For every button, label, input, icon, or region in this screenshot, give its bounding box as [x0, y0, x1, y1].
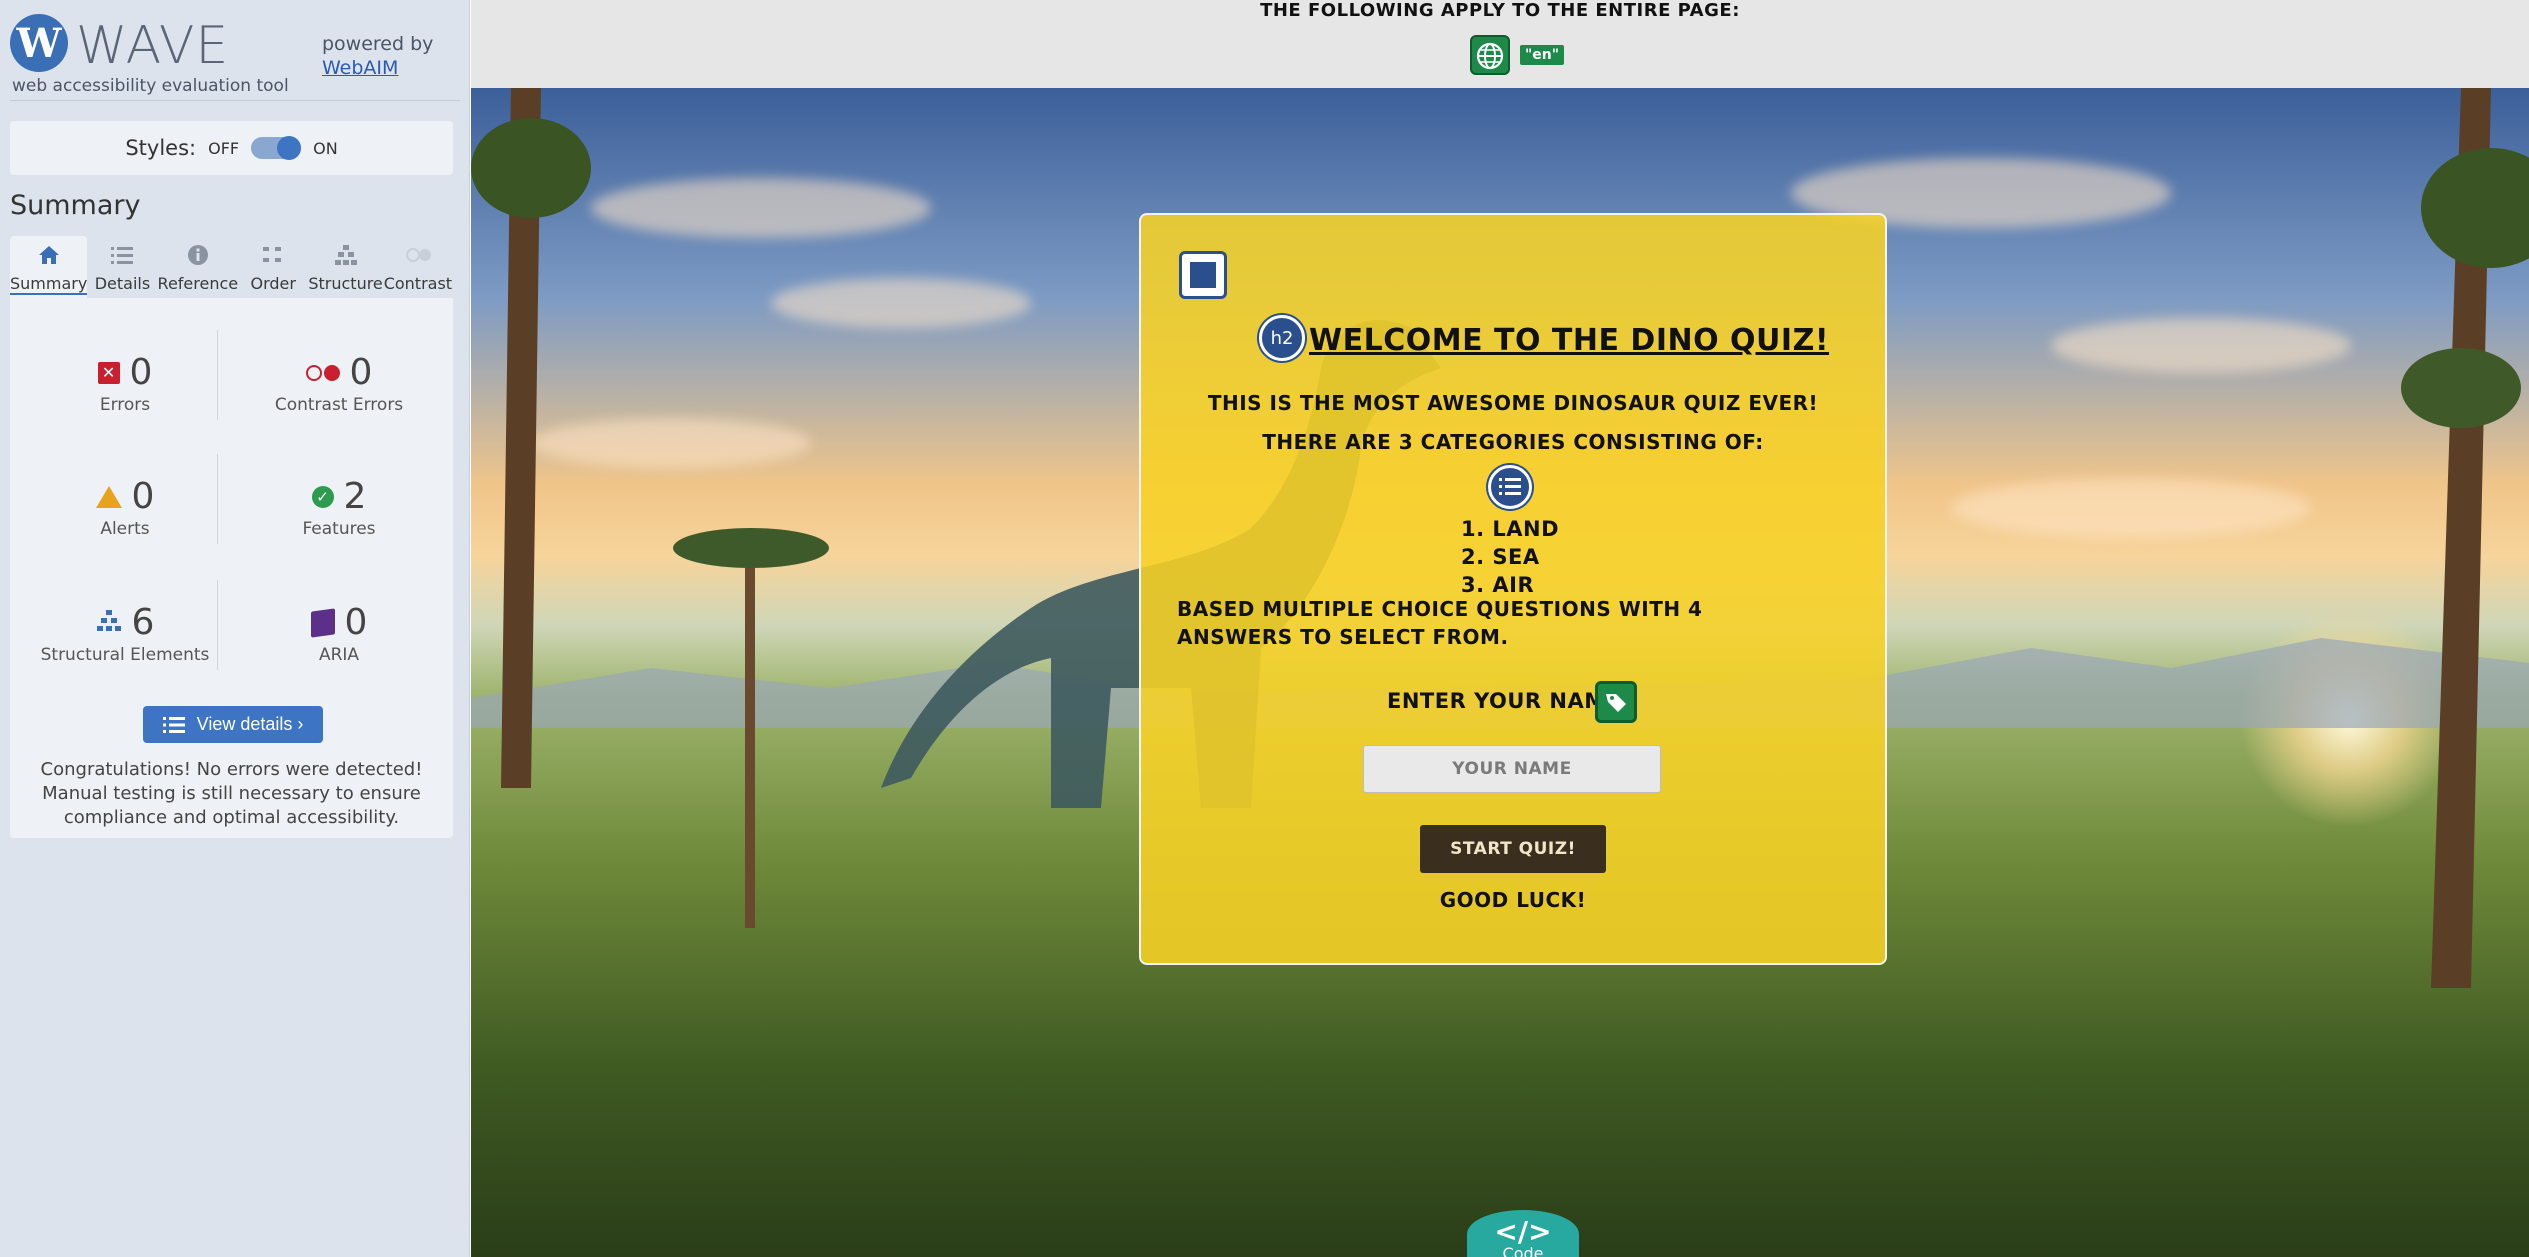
page-wide-bar: THE FOLLOWING APPLY TO THE ENTIRE PAGE: … [471, 0, 2529, 88]
intro-line-2: THERE ARE 3 CATEGORIES CONSISTING OF: [1262, 430, 1764, 454]
aria-label: ARIA [318, 645, 360, 665]
wave-tabs: Summary Details Reference Order Structur… [10, 236, 453, 298]
sidebar-divider [10, 100, 460, 101]
intro-line-1: THIS IS THE MOST AWESOME DINOSAUR QUIZ E… [1207, 391, 1819, 415]
errors-label: Errors [99, 395, 151, 415]
errors-count: 0 [129, 352, 153, 393]
order-icon [260, 244, 286, 266]
view-details-button[interactable]: View details › [143, 706, 323, 743]
styles-toggle-box: Styles: OFF ON [10, 121, 453, 175]
tab-contrast[interactable]: Contrast [383, 236, 453, 298]
dino-background-scene: h2 WELCOME TO THE DINO QUIZ! THIS IS THE… [471, 88, 2529, 1257]
list-icon [162, 716, 185, 733]
quiz-description: BASED MULTIPLE CHOICE QUESTIONS WITH 4 A… [1177, 597, 1703, 649]
list-icon [109, 244, 135, 266]
umbrella-tree [673, 528, 829, 928]
wave-tagline: web accessibility evaluation tool [12, 76, 289, 96]
page-wide-heading: THE FOLLOWING APPLY TO THE ENTIRE PAGE: [1260, 0, 1740, 21]
features-stat[interactable]: ✓ 2 Features [234, 476, 444, 539]
summary-heading: Summary [10, 190, 141, 221]
tab-label: Details [94, 274, 151, 293]
styles-toggle[interactable] [251, 136, 302, 160]
good-luck-text: GOOD LUCK! [1439, 888, 1587, 912]
quiz-card: h2 WELCOME TO THE DINO QUIZ! THIS IS THE… [1139, 213, 1887, 965]
toggle-knob [277, 136, 302, 160]
features-label: Features [302, 519, 376, 539]
powered-by: powered by WebAIM [322, 32, 433, 80]
aria-count: 0 [344, 602, 368, 643]
tab-structure[interactable]: Structure [308, 236, 383, 298]
alerts-count: 0 [131, 476, 155, 517]
styles-label: Styles: [125, 136, 197, 160]
structural-count: 6 [131, 602, 155, 643]
info-icon [185, 244, 211, 266]
structural-icon [96, 609, 122, 637]
cloud [2051, 318, 2351, 373]
contrast-errors-count: 0 [349, 352, 373, 393]
toggle-off-label: OFF [208, 138, 240, 158]
contrast-icon [405, 244, 431, 266]
tall-tree [2401, 88, 2529, 988]
wave-logo-icon: W [10, 14, 68, 72]
features-count: 2 [343, 476, 367, 517]
structure-icon [333, 244, 359, 266]
aria-cube-icon [310, 607, 335, 638]
errors-stat[interactable]: ✕ 0 Errors [20, 352, 230, 415]
start-quiz-button[interactable]: START QUIZ! [1420, 825, 1606, 873]
tab-details[interactable]: Details [87, 236, 157, 298]
tab-reference[interactable]: Reference [157, 236, 239, 298]
contrast-errors-stat[interactable]: 0 Contrast Errors [234, 352, 444, 415]
name-input[interactable] [1363, 745, 1661, 793]
contrast-errors-label: Contrast Errors [274, 395, 404, 415]
powered-by-text: powered by [322, 33, 434, 55]
structural-stat[interactable]: 6 Structural Elements [20, 602, 230, 665]
language-tag: "en" [1520, 45, 1565, 65]
category-list: 1. LAND 2. SEA 3. AIR [1461, 515, 1559, 599]
category-item-sea: 2. SEA [1461, 545, 1540, 569]
tab-label: Order [250, 274, 296, 293]
category-item-land: 1. LAND [1461, 517, 1560, 541]
h2-heading-icon[interactable]: h2 [1259, 315, 1305, 361]
contrast-error-icon [305, 364, 340, 381]
page-wide-icons: "en" [1470, 35, 1565, 75]
tab-label: Summary [10, 274, 88, 295]
home-icon [36, 244, 62, 266]
tab-label: Reference [157, 274, 239, 293]
tab-summary[interactable]: Summary [10, 236, 88, 298]
stat-divider [217, 330, 218, 420]
name-label: ENTER YOUR NAME: [1387, 689, 1630, 713]
wave-sidebar: W WAVE web accessibility evaluation tool… [0, 0, 470, 1257]
congrats-message: Congratulations! No errors were detected… [40, 759, 423, 828]
toggle-on-label: ON [313, 138, 338, 158]
tab-label: Structure [308, 274, 383, 293]
label-tag-icon[interactable] [1595, 681, 1637, 723]
language-globe-icon[interactable] [1470, 35, 1510, 75]
form-icon[interactable] [1179, 251, 1227, 299]
view-details-label: View details › [196, 714, 304, 734]
tab-order[interactable]: Order [238, 236, 308, 298]
stat-divider [217, 580, 218, 670]
aria-stat[interactable]: 0 ARIA [234, 602, 444, 665]
webaim-link[interactable]: WebAIM [322, 57, 398, 79]
code-toggle-tab[interactable]: </> Code [1467, 1210, 1579, 1257]
alerts-label: Alerts [100, 519, 150, 539]
ordered-list-icon[interactable] [1488, 465, 1532, 509]
cloud [1951, 478, 2311, 538]
cloud [591, 178, 931, 238]
code-icon: </> [1494, 1215, 1552, 1248]
feature-check-icon: ✓ [311, 485, 334, 508]
error-icon: ✕ [97, 361, 120, 384]
stat-divider [217, 454, 218, 544]
tab-label: Contrast [383, 274, 453, 293]
quiz-title: WELCOME TO THE DINO QUIZ! [1309, 323, 1830, 358]
left-tree [471, 88, 591, 788]
code-label: Code [1502, 1244, 1544, 1257]
wave-brand: W WAVE web accessibility evaluation tool… [10, 14, 460, 100]
structural-label: Structural Elements [40, 645, 210, 665]
alerts-stat[interactable]: 0 Alerts [20, 476, 230, 539]
wave-logo-text: WAVE [76, 16, 230, 76]
alert-icon [95, 485, 122, 508]
summary-panel: ✕ 0 Errors 0 Contrast Errors 0 Alerts ✓ … [10, 298, 453, 838]
